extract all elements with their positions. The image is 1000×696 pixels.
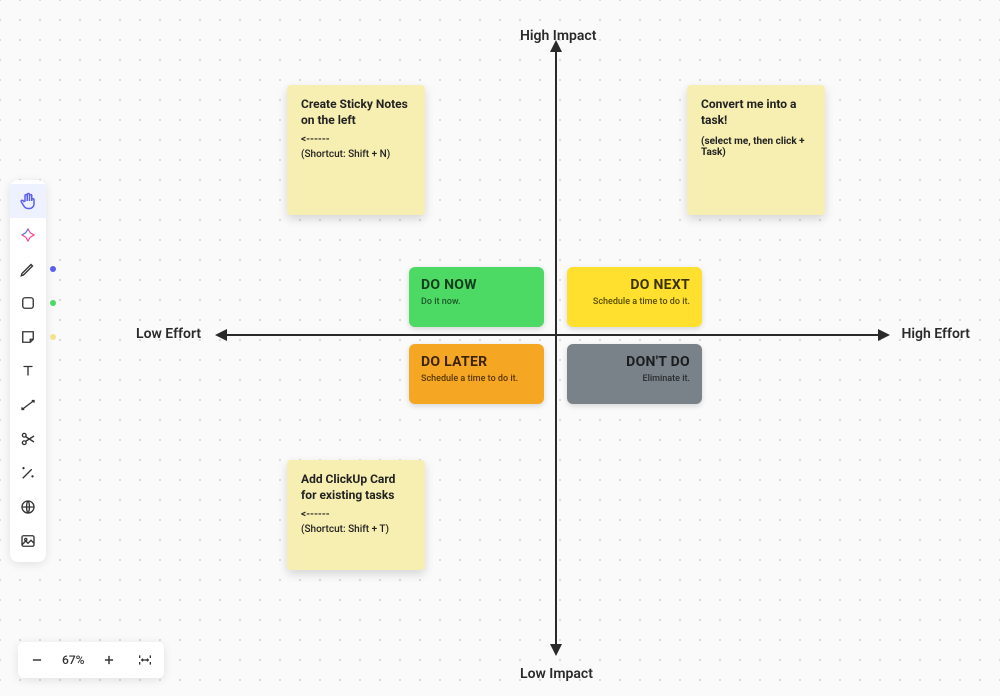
plus-icon bbox=[102, 653, 116, 667]
quad-do-later-sub: Schedule a time to do it. bbox=[421, 374, 532, 384]
image-tool[interactable] bbox=[10, 524, 46, 558]
connector-icon bbox=[19, 396, 37, 414]
minus-icon bbox=[30, 653, 44, 667]
hand-tool[interactable] bbox=[10, 184, 46, 218]
stamp-tool[interactable] bbox=[10, 422, 46, 456]
quad-do-now[interactable]: DO NOW Do it now. bbox=[409, 267, 544, 327]
scissors-icon bbox=[19, 430, 37, 448]
axis-label-left: Low Effort bbox=[136, 326, 201, 342]
shape-tool[interactable] bbox=[10, 286, 46, 320]
sticky-color-dot bbox=[50, 334, 56, 340]
zoom-controls: 67% bbox=[18, 642, 164, 678]
pen-color-dot bbox=[50, 266, 56, 272]
pen-icon bbox=[19, 260, 37, 278]
ai-tool[interactable] bbox=[10, 218, 46, 252]
quad-do-later-title: DO LATER bbox=[421, 354, 532, 370]
shape-color-dot bbox=[50, 300, 56, 306]
sticky-note-convert-task[interactable]: Convert me into a task! (select me, then… bbox=[687, 85, 825, 215]
quad-do-next[interactable]: DO NEXT Schedule a time to do it. bbox=[567, 267, 702, 327]
square-icon bbox=[19, 294, 37, 312]
sticky-title: Convert me into a task! bbox=[701, 97, 811, 128]
quad-do-now-sub: Do it now. bbox=[421, 297, 532, 307]
sparkle-icon bbox=[19, 226, 37, 244]
pen-tool[interactable] bbox=[10, 252, 46, 286]
axis-label-bottom: Low Impact bbox=[520, 666, 593, 682]
quad-do-next-title: DO NEXT bbox=[579, 277, 690, 293]
sticky-title: Create Sticky Notes on the left bbox=[301, 97, 411, 128]
globe-icon bbox=[19, 498, 37, 516]
axis-vertical bbox=[555, 50, 557, 646]
axis-label-right: High Effort bbox=[901, 326, 970, 342]
magic-tool[interactable] bbox=[10, 456, 46, 490]
quad-do-next-sub: Schedule a time to do it. bbox=[579, 297, 690, 307]
sticky-shortcut: (Shortcut: Shift + T) bbox=[301, 524, 411, 535]
zoom-level[interactable]: 67% bbox=[54, 653, 92, 667]
tool-toolbar bbox=[10, 180, 46, 562]
web-tool[interactable] bbox=[10, 490, 46, 524]
image-icon bbox=[19, 532, 37, 550]
text-tool[interactable] bbox=[10, 354, 46, 388]
axis-label-top: High Impact bbox=[520, 28, 596, 44]
axis-horizontal bbox=[225, 334, 880, 336]
sticky-sub: (select me, then click + Task) bbox=[701, 136, 811, 158]
quad-dont-do-sub: Eliminate it. bbox=[579, 374, 690, 384]
fit-icon bbox=[137, 652, 153, 668]
zoom-in-button[interactable] bbox=[94, 645, 124, 675]
sticky-shortcut: (Shortcut: Shift + N) bbox=[301, 149, 411, 160]
sticky-note-create-notes[interactable]: Create Sticky Notes on the left <------ … bbox=[287, 85, 425, 215]
quad-dont-do[interactable]: DON'T DO Eliminate it. bbox=[567, 344, 702, 404]
sticky-note-add-card[interactable]: Add ClickUp Card for existing tasks <---… bbox=[287, 460, 425, 570]
sticky-arrow: <------ bbox=[301, 509, 411, 520]
quad-do-now-title: DO NOW bbox=[421, 277, 532, 293]
text-icon bbox=[19, 362, 37, 380]
sticky-note-icon bbox=[19, 328, 37, 346]
zoom-out-button[interactable] bbox=[22, 645, 52, 675]
sticky-tool[interactable] bbox=[10, 320, 46, 354]
sticky-title: Add ClickUp Card for existing tasks bbox=[301, 472, 411, 503]
quad-do-later[interactable]: DO LATER Schedule a time to do it. bbox=[409, 344, 544, 404]
quad-dont-do-title: DON'T DO bbox=[579, 354, 690, 370]
connector-tool[interactable] bbox=[10, 388, 46, 422]
fit-to-screen-button[interactable] bbox=[130, 645, 160, 675]
sticky-arrow: <------ bbox=[301, 134, 411, 145]
hand-icon bbox=[19, 192, 37, 210]
wand-icon bbox=[19, 464, 37, 482]
